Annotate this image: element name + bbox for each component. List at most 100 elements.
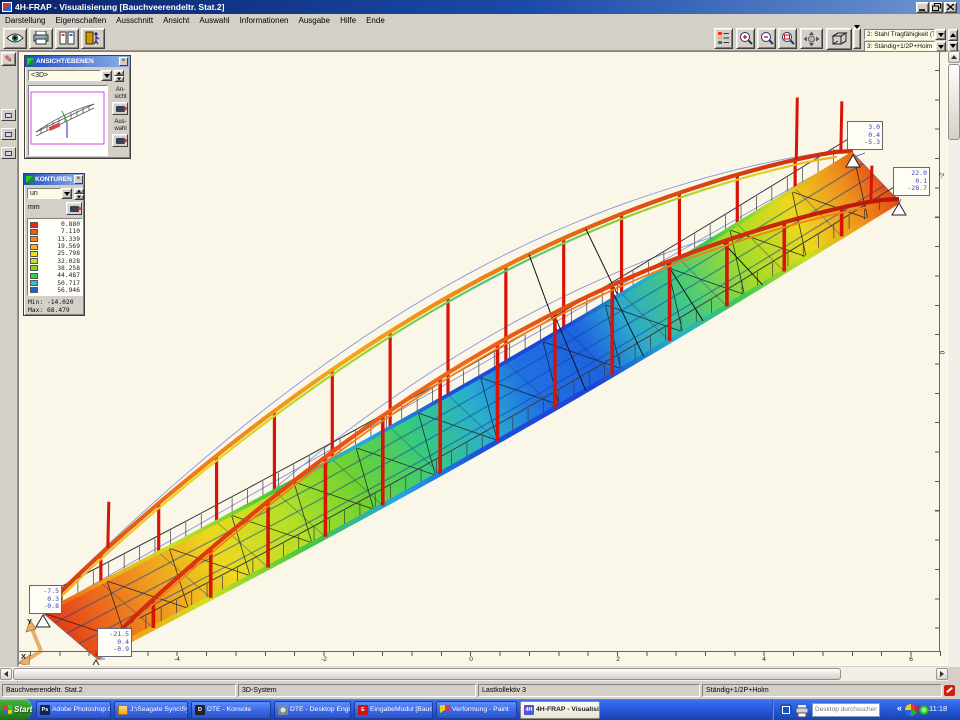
taskbar-photoshop[interactable]: Ps Adobe Photoshop CS3 E...	[36, 701, 111, 719]
tray-status-icon[interactable]	[919, 705, 929, 715]
legend-color-chip	[30, 236, 38, 242]
status-system: 3D-System	[238, 684, 476, 697]
collapsed-panel-1[interactable]	[1, 109, 16, 121]
auswahl-apply-button[interactable]	[112, 134, 128, 147]
taskbar-dte-konsole[interactable]: D DTE - Konsole	[191, 701, 271, 719]
legend-color-chip	[30, 287, 38, 293]
calculation-combobox[interactable]: 2: Stahl Tragfähigkeit (Th. 2. O	[864, 29, 946, 40]
menu-bar: Darstellung Eigenschaften Ausschnitt Ans…	[0, 14, 960, 27]
start-button[interactable]: Start	[0, 699, 32, 720]
taskbar-dte-desktop[interactable]: DTE - Desktop Engineeri...	[274, 701, 351, 719]
zoom-out-button[interactable]	[757, 28, 776, 49]
h-scroll-thumb[interactable]	[13, 668, 841, 680]
window-title: 4H-FRAP - Visualisierung [Bauchveerendel…	[15, 2, 224, 12]
pan-arrows-icon	[801, 31, 822, 47]
calc-combo-arrow-icon[interactable]	[935, 29, 946, 40]
status-bar: Bauchveerendeltr. Stat.2 3D-System Lastk…	[0, 682, 960, 699]
search-icon[interactable]	[882, 703, 895, 716]
ansicht-apply-button[interactable]	[112, 102, 128, 115]
view-combobox[interactable]: <3D>	[28, 70, 112, 81]
cube-3d-icon	[827, 31, 851, 47]
node-result-annotation: 3.00.4-5.3	[847, 121, 883, 150]
node-result-annotation: -21.50.4-0.9	[97, 628, 132, 657]
collapsed-panel-3-icon	[5, 151, 12, 156]
konturen-panel-title: KONTUREN	[35, 176, 72, 183]
quantity-spinner[interactable]	[74, 188, 84, 200]
legend-toggle-button[interactable]	[714, 28, 733, 49]
scroll-right-icon[interactable]	[936, 668, 948, 680]
node-result-annotation: -7.50.3-0.8	[29, 585, 62, 614]
zoom-in-button[interactable]	[736, 28, 755, 49]
horizontal-ruler: -4 -2 0 2 4 6	[19, 651, 941, 665]
edit-tool-button[interactable]: ✎	[1, 52, 16, 66]
loadcase-spinner[interactable]	[948, 29, 958, 52]
menu-darstellung[interactable]: Darstellung	[0, 16, 50, 25]
pan-control[interactable]	[800, 28, 823, 49]
quantity-spin-down[interactable]	[74, 194, 84, 200]
taskbar-eingabemodul[interactable]: E EingabeModul [Bauchvee...	[354, 701, 433, 719]
node-result-annotation: 22.00.1-28.7	[893, 167, 930, 196]
legend-color-chip	[30, 251, 38, 257]
scroll-left-icon[interactable]	[0, 668, 12, 680]
view-spin-down[interactable]	[114, 76, 124, 82]
redraw-button[interactable]	[3, 28, 27, 49]
contour-min-value: Min: -14.020	[28, 299, 74, 306]
legend-color-chip	[30, 265, 38, 271]
print-button[interactable]	[29, 28, 53, 49]
v-scroll-thumb[interactable]	[948, 64, 960, 140]
exit-button[interactable]	[81, 28, 105, 49]
bridge-visualization	[19, 52, 948, 666]
paint-icon	[440, 705, 450, 715]
view-spinner[interactable]	[114, 70, 124, 82]
vertical-scrollbar[interactable]	[948, 51, 960, 681]
collapsed-panel-1-icon	[5, 113, 12, 118]
menu-ende[interactable]: Ende	[361, 16, 390, 25]
collapsed-panel-3[interactable]	[1, 147, 16, 159]
zoom-window-button[interactable]	[778, 28, 797, 49]
view-cube-button[interactable]	[826, 28, 852, 50]
v-ruler-label: 0	[940, 351, 947, 355]
menu-eigenschaften[interactable]: Eigenschaften	[50, 16, 111, 25]
konturen-panel-close-icon[interactable]: ×	[74, 175, 83, 184]
view-combo-arrow-icon[interactable]	[101, 70, 112, 81]
scroll-up-icon[interactable]	[948, 51, 960, 63]
konturen-panel-titlebar[interactable]: KONTUREN ×	[24, 174, 84, 185]
view-preview[interactable]	[28, 85, 108, 156]
restore-button[interactable]	[930, 2, 943, 13]
spinner-up-icon[interactable]	[948, 29, 958, 41]
menu-ausgabe[interactable]: Ausgabe	[293, 16, 335, 25]
tray-printer-icon[interactable]	[796, 704, 808, 716]
close-button[interactable]	[944, 2, 957, 13]
tray-dte-icon[interactable]	[780, 704, 792, 716]
menu-ausschnitt[interactable]: Ausschnitt	[111, 16, 158, 25]
menu-informationen[interactable]: Informationen	[235, 16, 294, 25]
printer-icon	[30, 31, 52, 45]
auswahl-apply-icon	[116, 138, 125, 144]
taskbar-paint[interactable]: Verformung - Paint	[436, 701, 517, 719]
taskbar-clock[interactable]: 11:18	[929, 704, 947, 713]
gear-icon	[278, 705, 288, 715]
view-cube-dropdown[interactable]	[853, 28, 861, 49]
quantity-combo-arrow-icon[interactable]	[61, 188, 72, 199]
console-icon: D	[195, 705, 205, 715]
horizontal-scrollbar[interactable]	[0, 667, 948, 681]
unit-settings-button[interactable]	[66, 202, 82, 215]
menu-ansicht[interactable]: Ansicht	[158, 16, 194, 25]
windows-button[interactable]	[55, 28, 79, 49]
taskbar-explorer[interactable]: J:\Seagate Sync\SyncRe...	[114, 701, 188, 719]
menu-auswahl[interactable]: Auswahl	[194, 16, 234, 25]
view-combobox-value: <3D>	[28, 70, 101, 81]
menu-hilfe[interactable]: Hilfe	[335, 16, 361, 25]
minimize-button[interactable]	[916, 2, 929, 13]
taskbar-4hfrap-active[interactable]: 4H 4H-FRAP - Visualisier...	[520, 701, 600, 719]
tray-chevron-icon[interactable]: «	[897, 703, 902, 713]
quantity-combobox[interactable]: un	[27, 188, 72, 199]
legend-icon	[715, 31, 732, 45]
ansicht-panel-titlebar[interactable]: ANSICHT/EBENEN ×	[25, 56, 130, 67]
desktop-search-input[interactable]	[812, 703, 880, 717]
ansicht-panel-close-icon[interactable]: ×	[119, 57, 128, 66]
app-icon	[2, 2, 12, 12]
drawing-viewport[interactable]: 3.00.4-5.3 22.00.1-28.7 -7.50.3-0.8 -21.…	[18, 51, 948, 666]
collapsed-panel-2[interactable]	[1, 128, 16, 140]
panel-icon	[26, 176, 33, 183]
